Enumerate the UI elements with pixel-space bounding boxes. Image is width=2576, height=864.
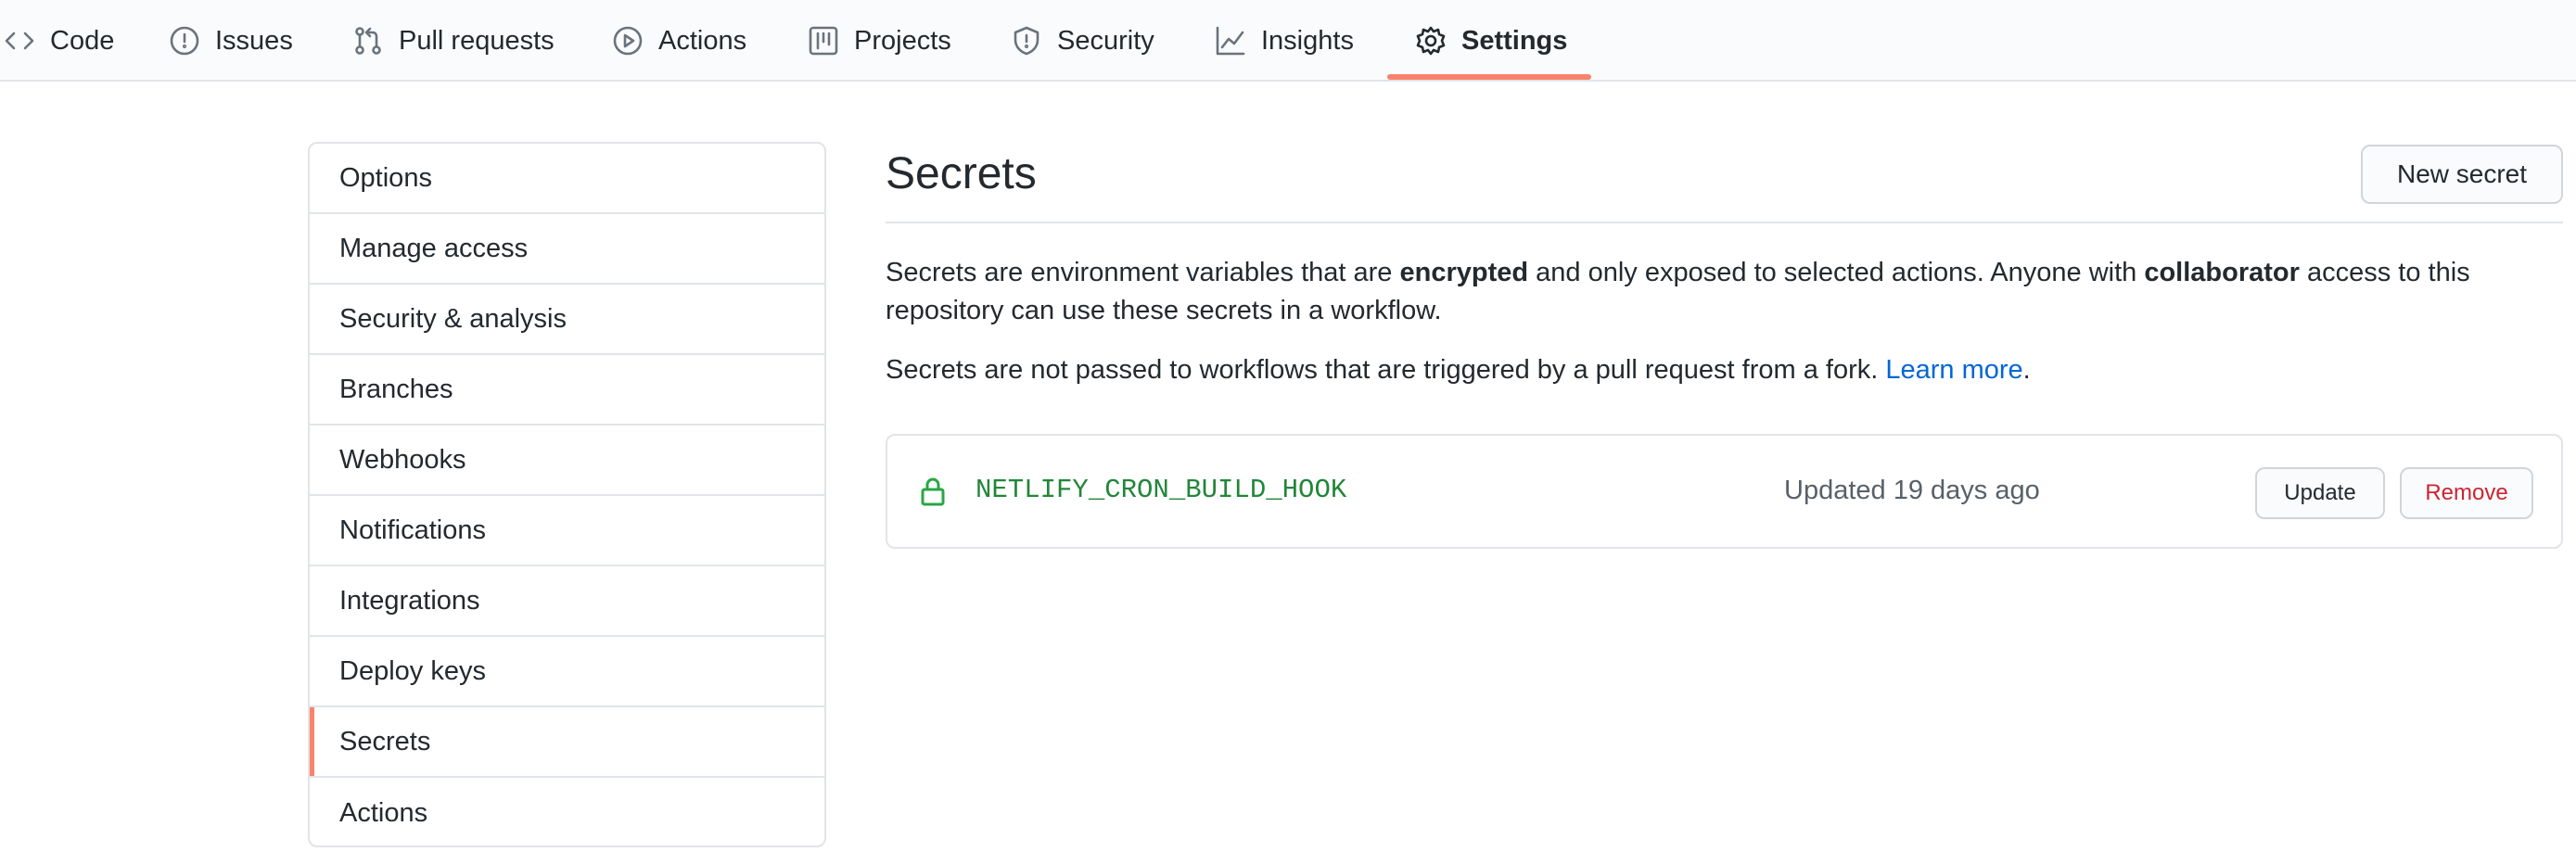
secret-name: NETLIFY_CRON_BUILD_HOOK [976, 475, 1347, 505]
description-bold-collaborator: collaborator [2144, 258, 2300, 287]
sidebar-item-label: Options [339, 162, 432, 193]
tab-projects[interactable]: Projects [808, 0, 951, 82]
tab-security-label: Security [1057, 25, 1154, 56]
sidebar-item-label: Actions [339, 797, 428, 828]
sidebar-item-options[interactable]: Options [310, 144, 824, 214]
shield-icon [1011, 25, 1042, 57]
sidebar-item-webhooks[interactable]: Webhooks [310, 426, 824, 496]
title-divider [886, 222, 2563, 223]
description-bold-encrypted: encrypted [1399, 258, 1529, 287]
sidebar-item-label: Security & analysis [339, 303, 567, 334]
update-secret-button[interactable]: Update [2255, 467, 2385, 519]
repo-nav: Code Issues Pull requests Actions Projec… [0, 0, 2576, 82]
sidebar-item-notifications[interactable]: Notifications [310, 496, 824, 566]
remove-secret-button[interactable]: Remove [2400, 467, 2533, 519]
secrets-description: Secrets are environment variables that a… [886, 254, 2536, 330]
sidebar-item-actions[interactable]: Actions [310, 778, 824, 845]
sidebar-item-label: Secrets [339, 726, 431, 756]
fork-notice: Secrets are not passed to workflows that… [886, 351, 2536, 389]
settings-sidebar: Options Manage access Security & analysi… [308, 142, 826, 847]
tab-issues-label: Issues [215, 25, 293, 56]
fork-notice-period: . [2022, 355, 2031, 385]
tab-code[interactable]: Code [4, 0, 114, 82]
tab-pull-requests-label: Pull requests [399, 25, 555, 56]
tab-actions[interactable]: Actions [612, 0, 746, 82]
code-icon [4, 25, 35, 57]
tab-insights[interactable]: Insights [1215, 0, 1354, 82]
secret-row: NETLIFY_CRON_BUILD_HOOK Updated 19 days … [886, 434, 2563, 549]
tab-projects-label: Projects [854, 25, 951, 56]
sidebar-item-label: Webhooks [339, 444, 466, 475]
sidebar-item-label: Branches [339, 374, 453, 404]
page-title: Secrets [886, 149, 1037, 198]
sidebar-item-security-analysis[interactable]: Security & analysis [310, 285, 824, 355]
issue-opened-icon [169, 25, 200, 57]
git-pull-request-icon [352, 25, 384, 57]
description-text: Secrets are environment variables that a… [886, 258, 1400, 287]
tab-actions-label: Actions [658, 25, 747, 56]
tab-issues[interactable]: Issues [169, 0, 293, 82]
sidebar-item-manage-access[interactable]: Manage access [310, 214, 824, 285]
new-secret-button[interactable]: New secret [2361, 145, 2563, 204]
graph-icon [1215, 25, 1246, 57]
description-text: and only exposed to selected actions. An… [1528, 258, 2145, 287]
learn-more-link[interactable]: Learn more [1885, 355, 2022, 385]
play-icon [612, 25, 644, 57]
sidebar-item-label: Deploy keys [339, 655, 486, 686]
sidebar-item-branches[interactable]: Branches [310, 355, 824, 426]
project-icon [808, 25, 839, 57]
fork-notice-text: Secrets are not passed to workflows that… [886, 355, 1886, 385]
sidebar-item-label: Notifications [339, 515, 486, 545]
tab-insights-label: Insights [1261, 25, 1354, 56]
tab-settings[interactable]: Settings [1415, 0, 1567, 82]
sidebar-item-integrations[interactable]: Integrations [310, 566, 824, 637]
tab-pull-requests[interactable]: Pull requests [352, 0, 555, 82]
sidebar-item-label: Integrations [339, 585, 480, 616]
sidebar-item-secrets[interactable]: Secrets [310, 707, 824, 778]
selected-tab-underline [1387, 74, 1591, 80]
secret-updated-time: Updated 19 days ago [1784, 476, 2040, 505]
tab-security[interactable]: Security [1011, 0, 1154, 82]
tab-settings-label: Settings [1461, 25, 1568, 56]
tab-code-label: Code [50, 25, 115, 56]
sidebar-item-label: Manage access [339, 233, 529, 263]
gear-icon [1415, 25, 1447, 57]
sidebar-item-deploy-keys[interactable]: Deploy keys [310, 637, 824, 707]
lock-icon [919, 476, 947, 506]
